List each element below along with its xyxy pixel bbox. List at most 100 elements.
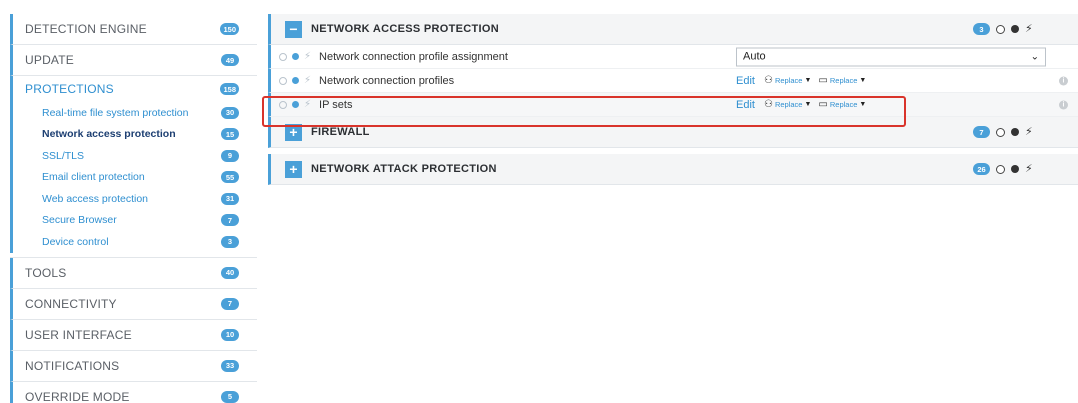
sidebar-item-protections[interactable]: PROTECTIONS 158 — [10, 76, 257, 102]
sidebar-subitem-web-access[interactable]: Web access protection 31 — [10, 188, 257, 210]
select-value: Auto — [743, 50, 766, 63]
setting-label: IP sets — [319, 98, 353, 111]
sidebar-item-detection-engine[interactable]: DETECTION ENGINE 150 — [10, 14, 257, 45]
circle-empty-icon[interactable] — [996, 127, 1005, 137]
row-control: Edit ⚇ Replace ▼ ▭ Replace ▼ — [736, 99, 873, 111]
count-badge: 7 — [221, 214, 239, 227]
info-icon[interactable]: i — [1059, 76, 1068, 85]
setting-label: Network connection profiles — [319, 74, 455, 87]
bolt-icon[interactable]: ⚡ — [1025, 163, 1033, 175]
sidebar-item-user-interface[interactable]: USER INTERFACE 10 — [10, 319, 257, 351]
circle-empty-icon[interactable] — [996, 24, 1005, 34]
count-badge: 15 — [221, 128, 239, 141]
sidebar-subitem-label: Network access protection — [42, 128, 176, 141]
edit-link[interactable]: Edit — [736, 75, 755, 87]
sidebar-subitem-email-client[interactable]: Email client protection 55 — [10, 166, 257, 188]
circle-empty-icon[interactable] — [279, 100, 287, 109]
sidebar-subitem-realtime-file-system[interactable]: Real-time file system protection 30 — [10, 102, 257, 124]
sidebar-item-label: OVERRIDE MODE — [25, 389, 130, 403]
sidebar-item-label: DETECTION ENGINE — [25, 22, 147, 36]
count-badge: 30 — [221, 106, 239, 119]
sidebar-item-update[interactable]: UPDATE 49 — [10, 45, 257, 76]
replace-label: Replace — [829, 76, 858, 85]
bolt-icon[interactable]: ⚡ — [304, 51, 311, 62]
circle-empty-icon[interactable] — [279, 76, 287, 85]
sidebar-subitem-device-control[interactable]: Device control 3 — [10, 231, 257, 253]
count-badge: 31 — [221, 192, 239, 205]
edit-link[interactable]: Edit — [736, 99, 755, 111]
profile-assignment-select[interactable]: Auto ⌄ — [736, 47, 1046, 66]
replace-computer-dropdown[interactable]: ▭ Replace ▼ — [818, 75, 866, 86]
row-policy-icons: ⚡ — [279, 51, 311, 62]
sidebar-item-label: UPDATE — [25, 53, 74, 67]
section-firewall[interactable]: + FIREWALL 7 ⚡ — [268, 117, 1078, 148]
count-badge: 7 — [973, 126, 990, 138]
section-title: FIREWALL — [311, 126, 370, 138]
count-badge: 49 — [221, 54, 239, 66]
bolt-icon[interactable]: ⚡ — [1025, 126, 1033, 138]
circle-filled-icon[interactable] — [292, 77, 299, 84]
expand-toggle-button[interactable]: + — [285, 160, 302, 178]
sidebar-item-label: NOTIFICATIONS — [25, 358, 120, 373]
expand-toggle-button[interactable]: + — [285, 123, 302, 141]
bolt-icon[interactable]: ⚡ — [304, 75, 311, 86]
sidebar-item-notifications[interactable]: NOTIFICATIONS 33 — [10, 350, 257, 382]
caret-down-icon: ▼ — [859, 101, 867, 108]
replace-group-dropdown[interactable]: ⚇ Replace ▼ — [764, 75, 811, 86]
network-group-icon: ⚇ — [763, 99, 773, 110]
count-badge: 7 — [221, 297, 239, 310]
circle-empty-icon[interactable] — [996, 164, 1005, 174]
protections-group: PROTECTIONS 158 Real-time file system pr… — [10, 76, 257, 258]
count-badge: 150 — [220, 23, 239, 35]
chevron-down-icon: ⌄ — [1030, 51, 1039, 62]
count-badge: 26 — [973, 163, 990, 175]
count-badge: 3 — [973, 23, 990, 35]
sidebar-subitem-label: SSL/TLS — [42, 149, 85, 162]
circle-filled-icon[interactable] — [292, 101, 299, 108]
sidebar-subitem-ssl-tls[interactable]: SSL/TLS 9 — [10, 145, 257, 167]
count-badge: 3 — [221, 235, 239, 248]
bolt-icon[interactable]: ⚡ — [304, 99, 311, 110]
setting-label: Network connection profile assignment — [319, 50, 508, 63]
caret-down-icon: ▼ — [859, 77, 867, 84]
bolt-icon[interactable]: ⚡ — [1025, 23, 1033, 35]
sidebar-item-connectivity[interactable]: CONNECTIVITY 7 — [10, 288, 257, 320]
row-control: Auto ⌄ — [736, 47, 1046, 66]
caret-down-icon: ▼ — [804, 77, 812, 84]
row-policy-icons: ⚡ — [279, 99, 311, 110]
sidebar-subitem-secure-browser[interactable]: Secure Browser 7 — [10, 209, 257, 231]
circle-filled-icon[interactable] — [292, 53, 299, 60]
replace-group-dropdown[interactable]: ⚇ Replace ▼ — [764, 99, 811, 110]
sidebar-subitem-label: Device control — [42, 235, 109, 248]
circle-filled-icon[interactable] — [1011, 165, 1019, 173]
row-control: Edit ⚇ Replace ▼ ▭ Replace ▼ — [736, 75, 873, 87]
sidebar-subitem-label: Real-time file system protection — [42, 106, 189, 119]
sidebar-item-label: USER INTERFACE — [25, 327, 132, 342]
circle-empty-icon[interactable] — [279, 52, 287, 61]
circle-filled-icon[interactable] — [1011, 128, 1019, 136]
settings-sidebar: DETECTION ENGINE 150 UPDATE 49 PROTECTIO… — [10, 14, 257, 403]
section-status: 7 ⚡ — [973, 126, 1033, 138]
replace-computer-dropdown[interactable]: ▭ Replace ▼ — [818, 99, 866, 110]
monitor-icon: ▭ — [818, 99, 828, 110]
count-badge: 40 — [221, 266, 239, 279]
sidebar-item-tools[interactable]: TOOLS 40 — [10, 257, 257, 289]
count-badge: 33 — [221, 359, 239, 372]
circle-filled-icon[interactable] — [1011, 25, 1019, 33]
sidebar-item-override-mode[interactable]: OVERRIDE MODE 5 — [10, 381, 257, 403]
collapse-toggle-button[interactable]: − — [285, 20, 302, 38]
sidebar-subitem-label: Email client protection — [42, 171, 145, 184]
setting-row-profile-assignment: ⚡ Network connection profile assignment … — [268, 45, 1078, 69]
info-icon[interactable]: i — [1059, 100, 1068, 109]
sidebar-subitem-network-access[interactable]: Network access protection 15 — [10, 123, 257, 145]
count-badge: 5 — [221, 390, 239, 403]
section-status: 26 ⚡ — [973, 163, 1033, 175]
section-network-attack-protection[interactable]: + NETWORK ATTACK PROTECTION 26 ⚡ — [268, 154, 1078, 185]
section-network-access-protection[interactable]: − NETWORK ACCESS PROTECTION 3 ⚡ — [268, 14, 1078, 45]
replace-label: Replace — [829, 100, 858, 109]
sidebar-item-label: TOOLS — [25, 265, 67, 280]
replace-label: Replace — [774, 100, 803, 109]
row-policy-icons: ⚡ — [279, 75, 311, 86]
sidebar-subitem-label: Secure Browser — [42, 214, 117, 227]
setting-row-network-profiles: ⚡ Network connection profiles Edit ⚇ Rep… — [268, 69, 1078, 93]
